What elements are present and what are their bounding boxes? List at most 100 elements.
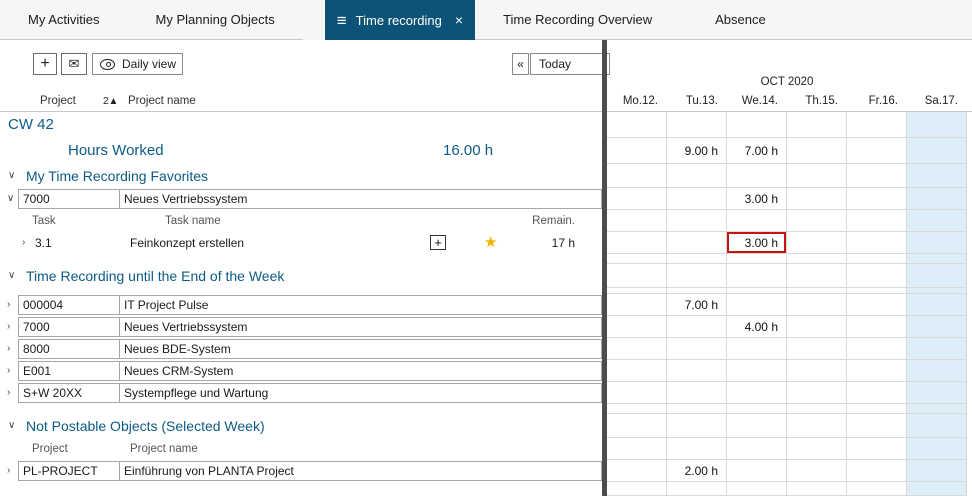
day-cell[interactable] bbox=[727, 338, 787, 360]
day-cell[interactable] bbox=[787, 232, 847, 254]
project-id-field[interactable]: S+W 20XX bbox=[18, 383, 121, 403]
day-cell[interactable] bbox=[787, 188, 847, 210]
add-booking-button[interactable]: + bbox=[430, 235, 446, 250]
day-cell[interactable] bbox=[847, 360, 907, 382]
mail-button[interactable]: ✉ bbox=[61, 53, 87, 75]
project-name-field[interactable]: Systempflege und Wartung bbox=[119, 383, 602, 403]
project-id-field[interactable]: 7000 bbox=[18, 317, 121, 337]
close-icon[interactable]: × bbox=[455, 13, 463, 27]
day-header[interactable]: We.14. bbox=[727, 92, 787, 111]
day-cell[interactable] bbox=[607, 232, 667, 254]
day-cell[interactable]: 2.00 h bbox=[667, 460, 727, 482]
project-name-field[interactable]: Neues CRM-System bbox=[119, 361, 602, 381]
daily-view-button[interactable]: Daily view bbox=[92, 53, 183, 75]
chevron-down-icon[interactable]: ∨ bbox=[7, 188, 14, 210]
tab-my-activities[interactable]: My Activities bbox=[0, 0, 128, 40]
chevron-right-icon[interactable]: › bbox=[22, 232, 25, 254]
day-cell[interactable] bbox=[907, 316, 967, 338]
day-header[interactable]: Fr.16. bbox=[847, 92, 907, 111]
today-dropdown[interactable]: Today bbox=[530, 53, 610, 75]
day-cell[interactable] bbox=[907, 294, 967, 316]
day-cell[interactable] bbox=[907, 360, 967, 382]
project-row: › S+W 20XX Systempflege und Wartung bbox=[0, 382, 972, 404]
day-cell[interactable] bbox=[787, 338, 847, 360]
chevron-right-icon[interactable]: › bbox=[7, 338, 10, 360]
day-cell[interactable] bbox=[667, 360, 727, 382]
project-id-field[interactable]: PL-PROJECT bbox=[18, 461, 121, 481]
previous-week-button[interactable]: « bbox=[512, 53, 529, 75]
day-cell[interactable] bbox=[787, 460, 847, 482]
day-cell[interactable] bbox=[607, 188, 667, 210]
column-header-project-name[interactable]: Project name bbox=[128, 95, 196, 107]
project-name-field[interactable]: Neues Vertriebssystem bbox=[119, 317, 602, 337]
day-cell[interactable] bbox=[667, 382, 727, 404]
column-header-project[interactable]: Project bbox=[40, 95, 76, 107]
project-name-field[interactable]: IT Project Pulse bbox=[119, 295, 602, 315]
chevron-right-icon[interactable]: › bbox=[7, 460, 10, 482]
project-id-field[interactable]: E001 bbox=[18, 361, 121, 381]
project-id-field[interactable]: 8000 bbox=[18, 339, 121, 359]
day-cell[interactable] bbox=[907, 338, 967, 360]
chevron-down-icon[interactable]: ∨ bbox=[8, 264, 15, 288]
tab-my-planning-objects[interactable]: My Planning Objects bbox=[128, 0, 303, 40]
day-cell[interactable] bbox=[607, 460, 667, 482]
day-cell[interactable] bbox=[607, 382, 667, 404]
day-cell[interactable] bbox=[727, 460, 787, 482]
chevron-right-icon[interactable]: › bbox=[7, 316, 10, 338]
chevron-right-icon[interactable]: › bbox=[7, 360, 10, 382]
day-cell[interactable] bbox=[727, 382, 787, 404]
add-button[interactable]: + bbox=[33, 53, 57, 75]
day-cell[interactable]: 3.00 h bbox=[727, 232, 787, 254]
day-cell[interactable] bbox=[847, 232, 907, 254]
day-cell[interactable] bbox=[847, 382, 907, 404]
day-cell[interactable]: 3.00 h bbox=[727, 188, 787, 210]
day-cell[interactable] bbox=[667, 338, 727, 360]
project-name-field[interactable]: Einführung von PLANTA Project bbox=[119, 461, 602, 481]
favorite-star-icon[interactable]: ★ bbox=[484, 232, 497, 254]
day-cell[interactable] bbox=[847, 316, 907, 338]
day-header[interactable]: Sa.17. bbox=[907, 92, 967, 111]
day-cell bbox=[847, 164, 907, 188]
sort-badge[interactable]: 2▲ bbox=[103, 96, 118, 107]
day-cell[interactable] bbox=[907, 460, 967, 482]
day-cell[interactable] bbox=[847, 188, 907, 210]
chevron-down-icon[interactable]: ∨ bbox=[8, 164, 15, 188]
day-cell[interactable] bbox=[787, 382, 847, 404]
chevron-down-icon[interactable]: ∨ bbox=[8, 414, 15, 438]
day-header[interactable]: Mo.12. bbox=[607, 92, 667, 111]
day-cell[interactable] bbox=[787, 316, 847, 338]
project-name-field[interactable]: Neues BDE-System bbox=[119, 339, 602, 359]
day-cell[interactable] bbox=[727, 360, 787, 382]
chevron-right-icon[interactable]: › bbox=[7, 294, 10, 316]
day-cell[interactable] bbox=[607, 360, 667, 382]
tab-time-recording-overview[interactable]: Time Recording Overview bbox=[475, 0, 680, 40]
day-cell[interactable]: 7.00 h bbox=[667, 294, 727, 316]
tab-absence[interactable]: Absence bbox=[680, 0, 801, 40]
day-cell[interactable] bbox=[787, 360, 847, 382]
day-cell bbox=[667, 482, 727, 496]
day-cell[interactable] bbox=[907, 188, 967, 210]
day-cell[interactable]: 4.00 h bbox=[727, 316, 787, 338]
project-id-field[interactable]: 000004 bbox=[18, 295, 121, 315]
project-id-field[interactable]: 7000 bbox=[18, 189, 121, 209]
day-cell[interactable] bbox=[607, 316, 667, 338]
day-cell[interactable] bbox=[667, 188, 727, 210]
chevron-right-icon[interactable]: › bbox=[7, 382, 10, 404]
day-cell[interactable] bbox=[907, 382, 967, 404]
day-cell[interactable] bbox=[787, 294, 847, 316]
day-cell[interactable] bbox=[667, 316, 727, 338]
day-header[interactable]: Tu.13. bbox=[667, 92, 727, 111]
tab-time-recording[interactable]: ≡ Time recording × bbox=[325, 0, 475, 40]
day-cell[interactable] bbox=[607, 294, 667, 316]
day-cell[interactable] bbox=[907, 232, 967, 254]
day-cell[interactable] bbox=[847, 294, 907, 316]
project-name-field[interactable]: Neues Vertriebssystem bbox=[119, 189, 602, 209]
pane-splitter[interactable] bbox=[602, 40, 607, 496]
menu-icon[interactable]: ≡ bbox=[337, 12, 347, 29]
day-cell[interactable] bbox=[727, 294, 787, 316]
day-header[interactable]: Th.15. bbox=[787, 92, 847, 111]
day-cell[interactable] bbox=[667, 232, 727, 254]
day-cell[interactable] bbox=[607, 338, 667, 360]
day-cell[interactable] bbox=[847, 460, 907, 482]
day-cell[interactable] bbox=[847, 338, 907, 360]
